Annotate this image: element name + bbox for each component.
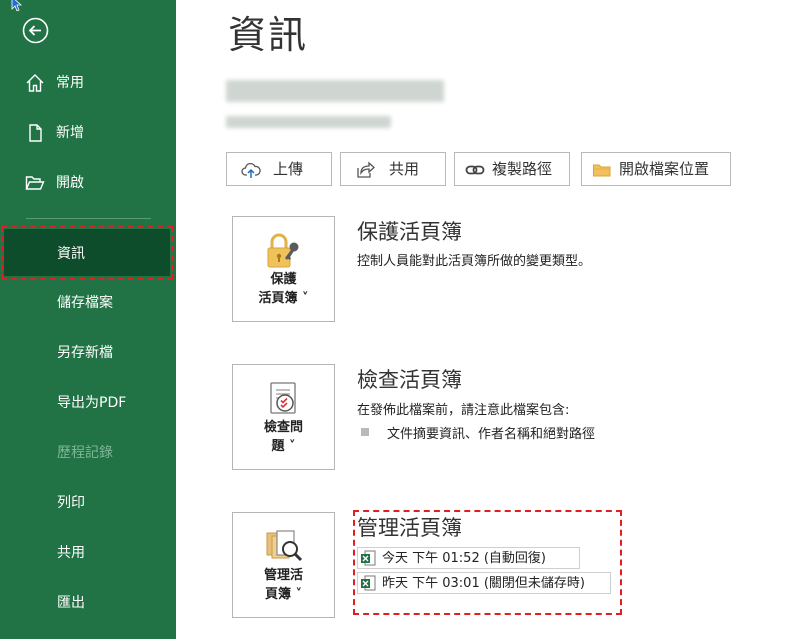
tile-label-line2: 頁簿 ˅: [264, 587, 303, 602]
manage-workbook-button[interactable]: 管理活 頁簿 ˅: [232, 512, 335, 618]
sidebar-item-home[interactable]: 常用: [0, 63, 176, 103]
unsaved-version-item[interactable]: 昨天 下午 03:01 (關閉但未儲存時): [357, 572, 611, 594]
sidebar-item-export-pdf[interactable]: 导出为PDF: [0, 383, 176, 423]
tile-label-line1: 管理活: [263, 568, 303, 583]
manage-documents-icon: [266, 530, 303, 562]
version-label: 今天 下午 01:52 (自動回復): [382, 551, 547, 566]
open-location-button[interactable]: 開啟檔案位置: [581, 152, 731, 186]
protect-workbook-button[interactable]: 保護 活頁簿 ˅: [232, 216, 335, 322]
backstage-sidebar: 常用 新增 開啟 資訊 儲存檔案 另存新檔 导出为PDF 歷程記錄 列印 共用 …: [0, 0, 176, 639]
sidebar-item-label: 儲存檔案: [57, 295, 113, 311]
sidebar-item-history: 歷程記錄: [0, 433, 176, 473]
sidebar-item-label: 開啟: [56, 175, 84, 191]
share-label: 共用: [389, 160, 420, 178]
tile-label-line2: 題 ˅: [271, 439, 296, 454]
redacted-file-name: [226, 80, 444, 102]
protect-section-desc: 控制人員能對此活頁簿所做的變更類型。: [357, 254, 592, 269]
manage-section-title: 管理活頁簿: [357, 516, 462, 540]
sidebar-item-info[interactable]: 資訊: [4, 229, 170, 276]
check-issues-button[interactable]: 檢查問 題 ˅: [232, 364, 335, 470]
sidebar-item-export[interactable]: 匯出: [0, 583, 176, 623]
mouse-cursor-icon: [11, 0, 23, 11]
share-button[interactable]: 共用: [340, 152, 446, 186]
cloud-upload-icon: [241, 162, 261, 178]
open-location-label: 開啟檔案位置: [619, 160, 710, 178]
sidebar-item-label: 新增: [56, 125, 84, 141]
upload-button[interactable]: 上傳: [226, 152, 332, 186]
page-title: 資訊: [228, 13, 309, 57]
lock-key-icon: [267, 233, 299, 268]
bullet-marker: [361, 428, 369, 436]
sidebar-item-label: 列印: [57, 495, 85, 511]
sidebar-item-label: 資訊: [57, 246, 85, 262]
folder-icon: [593, 164, 611, 177]
link-icon: [465, 165, 485, 175]
sidebar-item-label: 共用: [57, 545, 85, 561]
version-label: 昨天 下午 03:01 (關閉但未儲存時): [382, 576, 586, 591]
new-file-icon: [29, 124, 42, 142]
autosave-version-item[interactable]: 今天 下午 01:52 (自動回復): [357, 547, 580, 569]
sidebar-item-label: 导出为PDF: [57, 395, 127, 411]
excel-backstage: 常用 新增 開啟 資訊 儲存檔案 另存新檔 导出为PDF 歷程記錄 列印 共用 …: [0, 0, 807, 639]
upload-label: 上傳: [273, 160, 304, 178]
sidebar-item-share[interactable]: 共用: [0, 533, 176, 573]
sidebar-item-new[interactable]: 新增: [0, 113, 176, 153]
inspect-section-desc: 在發佈此檔案前，請注意此檔案包含:: [357, 403, 570, 418]
home-icon: [26, 74, 44, 92]
sidebar-item-save[interactable]: 儲存檔案: [0, 283, 176, 323]
copy-path-label: 複製路徑: [492, 160, 553, 178]
tile-label-line1: 保護: [270, 272, 297, 287]
open-folder-icon: [25, 176, 45, 190]
sidebar-item-save-as[interactable]: 另存新檔: [0, 333, 176, 373]
copy-path-button[interactable]: 複製路徑: [454, 152, 570, 186]
inspect-document-icon: [270, 382, 296, 414]
inspect-bullet-text: 文件摘要資訊、作者名稱和絕對路徑: [387, 427, 596, 442]
sidebar-item-print[interactable]: 列印: [0, 483, 176, 523]
excel-file-icon: [361, 575, 376, 591]
protect-section-title: 保護活頁簿: [357, 220, 462, 244]
sidebar-divider: [26, 218, 151, 219]
sidebar-item-label: 匯出: [57, 595, 85, 611]
sidebar-item-label: 歷程記錄: [57, 445, 113, 461]
sidebar-item-open[interactable]: 開啟: [0, 163, 176, 203]
sidebar-item-label: 另存新檔: [57, 345, 113, 361]
excel-file-icon: [361, 550, 376, 566]
tile-label-line1: 檢查問: [263, 420, 303, 435]
sidebar-item-label: 常用: [56, 75, 84, 91]
tile-label-line2: 活頁簿 ˅: [258, 291, 309, 306]
back-arrow-icon[interactable]: [22, 17, 49, 44]
share-icon: [357, 161, 375, 178]
inspect-section-title: 檢查活頁簿: [357, 368, 462, 392]
redacted-file-path: [226, 116, 391, 128]
